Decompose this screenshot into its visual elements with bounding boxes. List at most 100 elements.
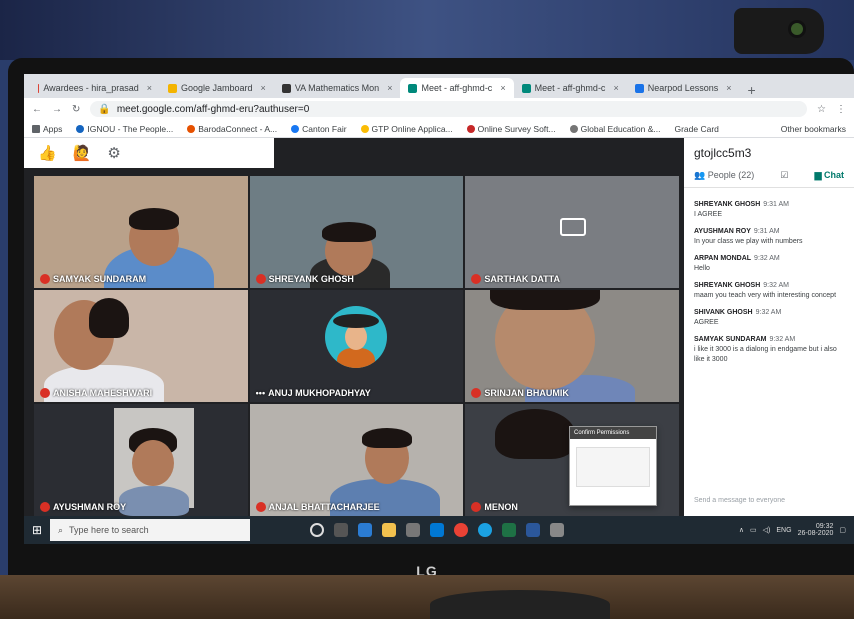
chat-message: SHREYANK GHOSH 9:32 AM maam you teach very…	[694, 282, 844, 300]
thumbs-up-icon[interactable]: 👍	[38, 144, 57, 162]
participant-tile[interactable]: ANJAL BHATTACHARJEE	[249, 404, 464, 516]
lock-icon: 🔒	[98, 103, 111, 115]
participant-hair	[321, 222, 376, 242]
bookmark-gtp[interactable]: GTP Online Applica...	[360, 124, 453, 134]
windows-taskbar: ⊞ ⌕ Type here to search ∧ ▭ ◁) ENG 09:32 2…	[24, 516, 854, 544]
chat-messages: SHREYANK GHOSH 9:31 AM I AGREE AYUSHMAN RO…	[684, 188, 854, 368]
browser-tab[interactable]: VA Mathematics Mon ×	[274, 78, 401, 98]
tab-favicon-icon	[408, 83, 418, 93]
browser-tab-active[interactable]: Meet - aff-ghmd-c ×	[400, 78, 514, 98]
participant-name: SHREYANK GHOSH	[268, 274, 354, 284]
bookmark-global[interactable]: Global Education &...	[569, 124, 660, 134]
task-view-icon[interactable]	[334, 523, 348, 537]
browser-tab[interactable]: Awardees - hira_prasad ×	[30, 78, 160, 98]
sender-name: SHREYANK GHOSH	[694, 201, 761, 208]
participant-video	[114, 408, 194, 516]
browser-tab-bar: Awardees - hira_prasad × Google Jamboard ×…	[24, 74, 854, 98]
new-tab-button[interactable]: +	[740, 82, 764, 98]
muted-mic-icon	[40, 388, 50, 398]
store-icon[interactable]	[406, 523, 420, 537]
chrome-icon[interactable]	[454, 523, 468, 537]
browser-tab[interactable]: Google Jamboard ×	[160, 78, 274, 98]
participant-tile[interactable]: ••• ANUJ MUKHOPADHYAY	[249, 290, 464, 402]
tab-people[interactable]: 👥 People (22)	[694, 170, 754, 181]
bookmark-other[interactable]: Other bookmarks	[781, 124, 846, 134]
forward-icon[interactable]: →	[52, 104, 62, 115]
file-explorer-icon[interactable]	[382, 523, 396, 537]
sender-name: AYUSHMAN ROY	[694, 228, 751, 236]
bookmark-canton[interactable]: Canton Fair	[291, 124, 347, 134]
participant-tile[interactable]: AYUSHMAN ROY	[34, 404, 248, 516]
extensions-icon[interactable]: ⋮	[836, 104, 846, 115]
close-tab-icon[interactable]: ×	[261, 83, 266, 93]
webcam-lens	[788, 20, 806, 38]
participant-name: MENON	[484, 502, 518, 512]
volume-icon[interactable]: ◁)	[763, 526, 771, 534]
participant-tile[interactable]: SAMYAK SUNDARAM	[34, 176, 248, 288]
participant-name: ANUJ MUKHOPADHYAY	[268, 388, 371, 398]
raise-hand-icon[interactable]: 🙋	[73, 144, 92, 162]
reload-icon[interactable]: ↻	[72, 104, 80, 115]
windows-start-icon[interactable]: ⊞	[24, 516, 50, 544]
edge-icon[interactable]	[358, 523, 372, 537]
photos-icon[interactable]	[550, 523, 564, 537]
participant-hair	[495, 409, 576, 459]
message-time: 9:32 AM	[754, 255, 780, 263]
excel-icon[interactable]	[502, 523, 516, 537]
webcam	[734, 8, 824, 54]
browser-toolbar: ← → ↻ 🔒 meet.google.com/aff-ghmd-eru?auth…	[24, 98, 854, 120]
notification-icon[interactable]: ▢	[839, 526, 846, 534]
address-bar[interactable]: 🔒 meet.google.com/aff-ghmd-eru?authuser=0	[90, 101, 808, 117]
participant-hair	[129, 208, 179, 230]
participant-body	[119, 486, 189, 516]
browser-tab[interactable]: Meet - aff-ghmd-c ×	[514, 78, 627, 98]
network-icon[interactable]: ▭	[750, 526, 757, 534]
browser-tab[interactable]: Nearpod Lessons ×	[627, 78, 740, 98]
confirm-permissions-dialog[interactable]: Confirm Permissions	[569, 426, 657, 506]
chat-message: SHREYANK GHOSH 9:31 AM I AGREE	[694, 201, 844, 219]
muted-mic-icon	[40, 502, 50, 512]
close-tab-icon[interactable]: ×	[387, 83, 392, 93]
participant-name: ANISHA MAHESHWARI	[53, 388, 153, 398]
chat-input[interactable]: Send a message to everyone	[694, 497, 785, 504]
back-icon[interactable]: ←	[32, 104, 42, 115]
close-tab-icon[interactable]: ×	[147, 83, 152, 93]
star-icon[interactable]: ☆	[817, 104, 826, 115]
message-text: maam you teach very with interesting con…	[694, 292, 837, 300]
bookmark-apps[interactable]: Apps	[32, 124, 62, 134]
clock[interactable]: 09:32 26-08-2020	[798, 523, 834, 537]
close-tab-icon[interactable]: ×	[726, 83, 731, 93]
participant-name: SARTHAK DATTA	[484, 274, 560, 284]
participant-tile[interactable]: SHREYANK GHOSH	[249, 176, 464, 288]
participant-tile[interactable]: SARTHAK DATTA	[465, 176, 679, 288]
chat-message: SHIVANK GHOSH 9:32 AM AGREE	[694, 309, 844, 327]
taskbar-search[interactable]: ⌕ Type here to search	[50, 519, 250, 541]
chat-icon: ▆	[814, 170, 824, 180]
ie-icon[interactable]	[478, 523, 492, 537]
mail-icon[interactable]	[430, 523, 444, 537]
language-indicator[interactable]: ENG	[776, 527, 791, 534]
sidebar-tabs: 👥 People (22) ☑ ▆ Chat	[684, 164, 854, 188]
bookmark-survey[interactable]: Online Survey Soft...	[466, 124, 556, 134]
cortana-icon[interactable]	[310, 523, 324, 537]
bookmark-baroda[interactable]: BarodaConnect - A...	[187, 124, 277, 134]
bookmark-grade[interactable]: Grade Card	[674, 124, 718, 134]
chat-message: AYUSHMAN ROY 9:31 AM In your class we play…	[694, 228, 844, 246]
checklist-icon[interactable]: ☑	[780, 170, 788, 181]
close-tab-icon[interactable]: ×	[500, 83, 505, 93]
participant-hair	[361, 428, 412, 448]
taskbar-apps	[310, 523, 564, 537]
more-options-icon[interactable]: •••	[256, 388, 265, 398]
tab-favicon-icon	[168, 83, 177, 93]
participant-tile[interactable]: SRINJAN BHAUMIK	[465, 290, 679, 402]
close-tab-icon[interactable]: ×	[613, 83, 618, 93]
bookmark-ignou[interactable]: IGNOU - The People...	[76, 124, 173, 134]
word-icon[interactable]	[526, 523, 540, 537]
monitor-screen: Awardees - hira_prasad × Google Jamboard ×…	[24, 74, 854, 544]
participant-tile[interactable]: ANISHA MAHESHWARI	[34, 290, 248, 402]
tray-arrow-icon[interactable]: ∧	[739, 526, 744, 534]
tab-chat[interactable]: ▆ Chat	[815, 170, 844, 181]
dialog-body	[576, 447, 650, 487]
participant-avatar	[325, 306, 388, 369]
settings-gear-icon[interactable]: ⚙	[107, 144, 120, 162]
